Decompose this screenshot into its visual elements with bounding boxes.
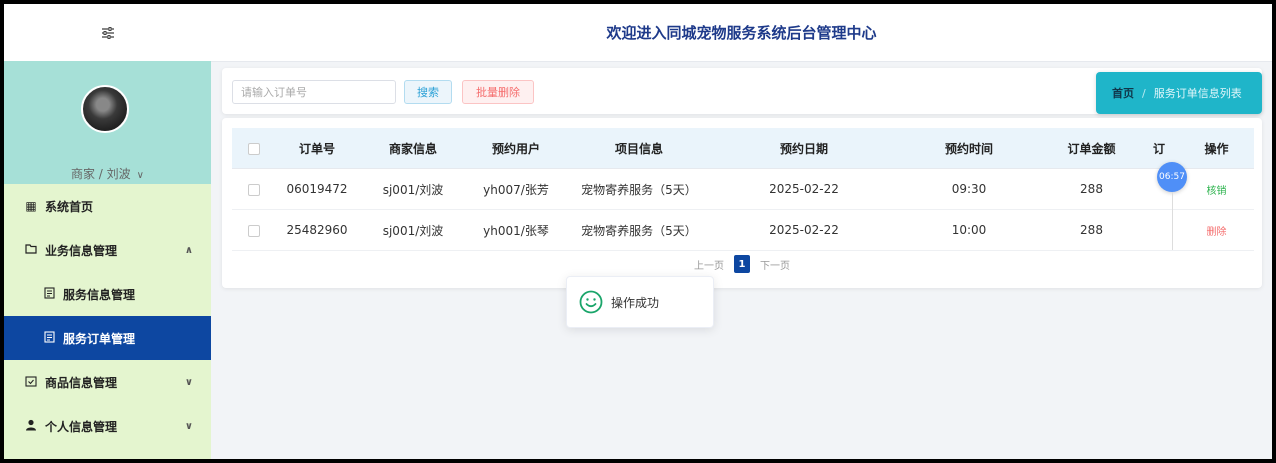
verify-button[interactable]: 核销 — [1207, 186, 1227, 197]
avatar[interactable] — [81, 85, 129, 133]
sidebar-item-label: 系统首页 — [45, 199, 94, 214]
search-button[interactable]: 搜索 — [404, 80, 452, 104]
grid-icon: ▦ — [25, 199, 37, 213]
column-divider — [1172, 192, 1173, 250]
smile-icon — [579, 290, 603, 314]
user-label: 商家 / 刘波 — [70, 167, 131, 181]
sidebar-item-label: 商品信息管理 — [45, 375, 118, 390]
merchant-cell: sj001/刘波 — [358, 168, 468, 210]
search-input[interactable] — [232, 80, 396, 104]
column-header[interactable]: 预约时间 — [894, 128, 1044, 169]
breadcrumb: 首页 / 服务订单信息列表 — [1096, 72, 1262, 114]
column-header[interactable]: 操作 — [1179, 128, 1254, 169]
page-1-button[interactable]: 1 — [734, 255, 750, 273]
menu-toggle-button[interactable] — [4, 4, 211, 61]
item-cell: 宠物寄养服务（5天） — [564, 209, 714, 251]
order-number-cell: 06019472 — [276, 168, 358, 210]
calendar-check-icon — [24, 375, 38, 390]
sidebar-item-label: 服务订单管理 — [63, 331, 136, 346]
date-cell: 2025-02-22 — [714, 168, 894, 210]
orders-table-card: 订单号 商家信息 预约用户 项目信息 预约日期 预约时间 订单金额 订 操作 0… — [222, 118, 1262, 288]
amount-cell: 288 — [1044, 168, 1139, 210]
sidebar-item-label: 业务信息管理 — [45, 243, 118, 258]
column-header[interactable]: 项目信息 — [564, 128, 714, 169]
user-cell: yh001/张琴 — [468, 209, 564, 251]
success-toast: 操作成功 — [566, 276, 714, 328]
truncated-cell — [1139, 209, 1179, 251]
column-header[interactable]: 预约日期 — [714, 128, 894, 169]
chevron-down-icon: ∨ — [136, 170, 144, 181]
folder-icon — [24, 243, 38, 257]
chevron-down-icon: ∨ — [184, 420, 193, 432]
sidebar-item-personal[interactable]: 个人信息管理 ∨ — [4, 404, 211, 448]
breadcrumb-separator: / — [1142, 86, 1146, 100]
sidebar-item-business[interactable]: 业务信息管理 ∧ — [4, 228, 211, 272]
pagination: 上一页 1 下一页 — [222, 255, 1262, 273]
row-checkbox[interactable] — [248, 224, 260, 237]
page-title: 欢迎进入同城宠物服务系统后台管理中心 — [606, 24, 877, 42]
time-cell: 10:00 — [894, 209, 1044, 251]
sidebar-item-label: 服务信息管理 — [63, 287, 136, 302]
column-header[interactable]: 订单号 — [276, 128, 358, 169]
sliders-icon — [101, 26, 114, 39]
user-cell: yh007/张芳 — [468, 168, 564, 210]
user-menu[interactable]: 商家 / 刘波 ∨ — [4, 165, 211, 182]
document-icon — [42, 286, 56, 302]
table-row[interactable]: 06019472 sj001/刘波 yh007/张芳 宠物寄养服务（5天） 20… — [232, 168, 1254, 210]
prev-page-button[interactable]: 上一页 — [692, 257, 726, 272]
toast-message: 操作成功 — [611, 295, 660, 310]
order-number-cell: 25482960 — [276, 209, 358, 251]
row-checkbox[interactable] — [248, 183, 260, 196]
sidebar-item-service-orders[interactable]: 服务订单管理 — [4, 316, 211, 360]
column-header[interactable]: 商家信息 — [358, 128, 468, 169]
delete-button[interactable]: 删除 — [1207, 227, 1227, 238]
top-bar: 欢迎进入同城宠物服务系统后台管理中心 — [4, 4, 1272, 62]
sidebar-item-products[interactable]: 商品信息管理 ∨ — [4, 360, 211, 404]
time-cell: 09:30 — [894, 168, 1044, 210]
app-frame: 欢迎进入同城宠物服务系统后台管理中心 商家 / 刘波 ∨ ▦ 系统首页 业务信息管… — [0, 0, 1276, 463]
table-row[interactable]: 25482960 sj001/刘波 yh001/张琴 宠物寄养服务（5天） 20… — [232, 209, 1254, 251]
item-cell: 宠物寄养服务（5天） — [564, 168, 714, 210]
amount-cell: 288 — [1044, 209, 1139, 251]
orders-table: 订单号 商家信息 预约用户 项目信息 预约日期 预约时间 订单金额 订 操作 0… — [232, 128, 1254, 251]
merchant-cell: sj001/刘波 — [358, 209, 468, 251]
document-icon — [42, 330, 56, 346]
batch-delete-button[interactable]: 批量删除 — [462, 80, 534, 104]
time-bubble[interactable]: 06:57 — [1157, 162, 1187, 192]
chevron-down-icon: ∨ — [184, 376, 193, 388]
next-page-button[interactable]: 下一页 — [758, 257, 792, 272]
column-header[interactable]: 预约用户 — [468, 128, 564, 169]
sidebar-item-home[interactable]: ▦ 系统首页 — [4, 184, 211, 228]
user-icon — [24, 419, 38, 434]
sidebar: 商家 / 刘波 ∨ ▦ 系统首页 业务信息管理 ∧ 服务信息管理 服务订单管理 — [4, 61, 211, 459]
table-header-row: 订单号 商家信息 预约用户 项目信息 预约日期 预约时间 订单金额 订 操作 — [232, 128, 1254, 169]
select-all-checkbox[interactable] — [248, 142, 260, 155]
chevron-up-icon: ∧ — [184, 244, 193, 256]
date-cell: 2025-02-22 — [714, 209, 894, 251]
sidebar-item-service-info[interactable]: 服务信息管理 — [4, 272, 211, 316]
breadcrumb-home[interactable]: 首页 — [1112, 85, 1134, 101]
sidebar-item-label: 个人信息管理 — [45, 419, 118, 434]
breadcrumb-current: 服务订单信息列表 — [1153, 87, 1242, 100]
profile-panel: 商家 / 刘波 ∨ — [4, 61, 211, 184]
column-header[interactable]: 订单金额 — [1044, 128, 1139, 169]
